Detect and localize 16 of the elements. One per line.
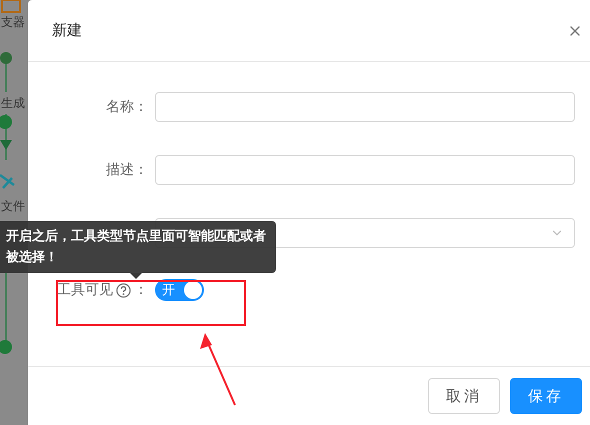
node-label: 支器 [1, 14, 25, 31]
input-field[interactable] [155, 155, 575, 185]
help-icon[interactable] [116, 282, 131, 298]
node-label: 生成 [1, 95, 25, 112]
cancel-button[interactable]: 取消 [428, 378, 500, 414]
tooltip: 开启之后，工具类型节点里面可智能匹配或者被选择！ [0, 221, 276, 273]
visibility-switch[interactable]: 开 [155, 279, 204, 301]
tooltip-arrow-icon [130, 273, 142, 279]
save-button[interactable]: 保存 [510, 378, 582, 414]
colon: ： [134, 281, 148, 299]
field-label: 工具可见 [57, 281, 113, 299]
field-label: 描述： [105, 161, 149, 179]
dialog-title: 新建 [52, 21, 82, 40]
input-field[interactable] [155, 92, 575, 122]
field-label: 名称： [105, 98, 149, 116]
node-label: 文件 [1, 198, 25, 215]
